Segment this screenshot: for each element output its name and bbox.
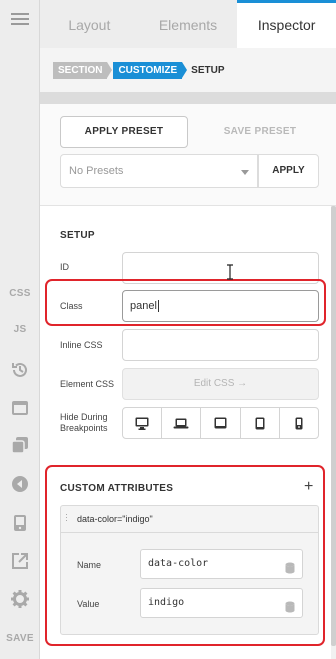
element-css-label: Element CSS [60,379,115,389]
tablet-landscape-icon[interactable] [201,408,241,438]
preset-select[interactable]: No Presets [60,154,258,188]
breadcrumb: SECTION CUSTOMIZE SETUP [40,48,336,92]
presets-panel: APPLY PRESET SAVE PRESET No Presets APPL… [40,104,336,206]
phone-icon[interactable] [280,408,318,438]
apply-preset-button[interactable]: APPLY PRESET [60,116,188,148]
copy-icon[interactable] [0,435,40,455]
tab-elements[interactable]: Elements [139,0,238,48]
setup-title: SETUP [60,230,95,241]
menu-icon[interactable] [0,10,40,28]
hide-label-line2: Breakpoints [60,423,108,433]
scrollbar-thumb[interactable] [331,206,336,646]
left-rail: CSS JS SAVE [0,0,40,659]
panel-tabs: Layout Elements Inspector [40,0,336,48]
css-button[interactable]: CSS [0,286,40,300]
back-circle-icon[interactable] [0,474,40,494]
preset-select-value: No Presets [69,165,124,177]
divider-strip [40,92,336,104]
breadcrumb-section[interactable]: SECTION [53,61,113,79]
breadcrumb-setup: SETUP [191,64,225,76]
layout-panel-icon[interactable] [0,398,40,418]
js-button[interactable]: JS [0,322,40,336]
save-preset-button[interactable]: SAVE PRESET [200,116,320,148]
hide-label-line1: Hide During [60,412,108,422]
tablet-portrait-icon[interactable] [241,408,280,438]
class-highlight-box [45,279,326,326]
custom-attributes-highlight-box [45,465,325,646]
inline-css-label: Inline CSS [60,340,103,350]
breakpoint-toggles [122,407,319,439]
tab-layout[interactable]: Layout [40,0,139,48]
chevron-down-icon [241,170,249,175]
edit-css-button[interactable]: Edit CSS → [122,368,319,400]
breadcrumb-customize[interactable]: CUSTOMIZE [113,61,187,79]
laptop-icon[interactable] [162,408,202,438]
hide-breakpoints-label: Hide During Breakpoints [60,412,108,434]
text-cursor-icon [226,264,234,285]
id-label: ID [60,262,69,272]
desktop-icon[interactable] [123,408,163,438]
apply-button[interactable]: APPLY [258,154,319,188]
external-link-icon[interactable] [0,551,40,571]
history-icon[interactable] [0,360,40,380]
inline-css-input[interactable] [122,329,319,361]
save-button[interactable]: SAVE [0,631,40,645]
settings-gear-icon[interactable] [0,589,40,609]
tab-inspector[interactable]: Inspector [237,0,336,48]
mobile-preview-icon[interactable] [0,513,40,533]
